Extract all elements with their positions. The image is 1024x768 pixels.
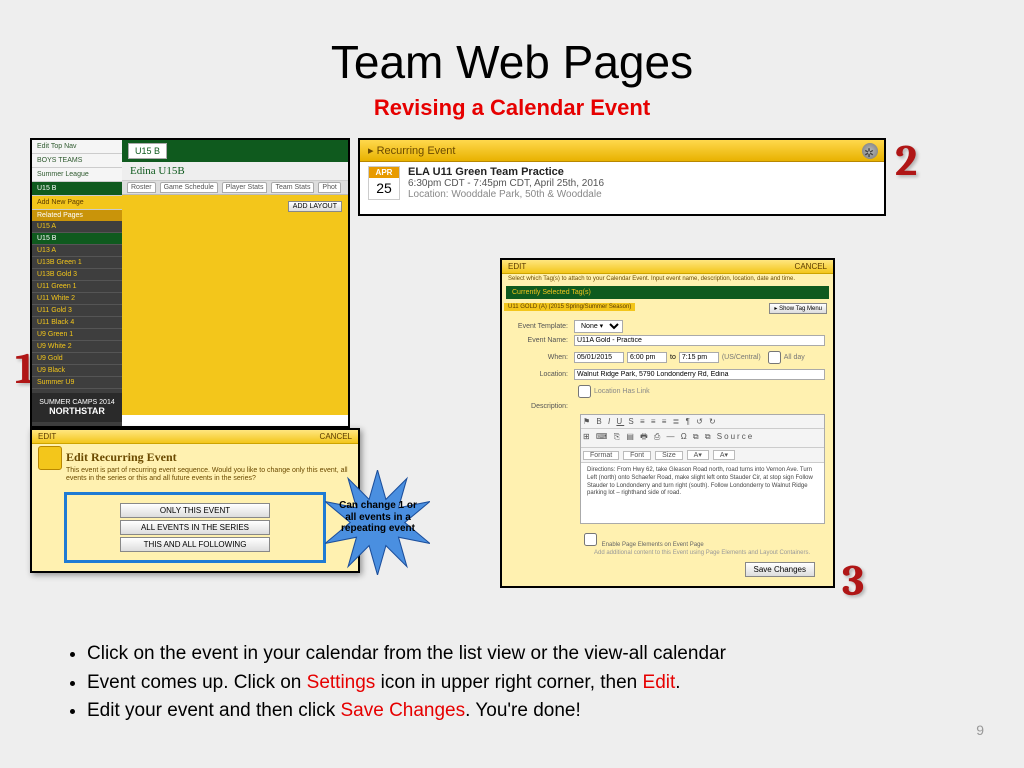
bullet-3: Edit your event and then click Save Chan…	[87, 697, 935, 726]
related-pages-header: Related Pages	[32, 210, 122, 221]
related-item[interactable]: U9 White 2	[32, 341, 122, 353]
screenshot-admin-page: Edit Top Nav BOYS TEAMS Summer League U1…	[30, 138, 350, 428]
screenshot-edit-event-form: EDIT CANCEL Select which Tag(s) to attac…	[500, 258, 835, 588]
tab[interactable]: Game Schedule	[160, 182, 218, 193]
related-item[interactable]: U11 White 2	[32, 293, 122, 305]
step-2-callout: 2	[895, 135, 917, 186]
editor-toolbar-icons[interactable]: ⚑ B I U S ≡ ≡ ≡ ≣ ¶ ↺ ↻	[581, 415, 824, 429]
start-time-input[interactable]	[627, 352, 667, 363]
bg-a[interactable]: A▾	[713, 450, 735, 460]
event-subtitle: 6:30pm CDT - 7:45pm CDT, April 25th, 201…	[408, 178, 604, 189]
enable-elements-label: Enable Page Elements on Event Page	[602, 542, 704, 548]
dialog-cancel-link[interactable]: CANCEL	[320, 432, 352, 441]
dialog-cancel-link[interactable]: CANCEL	[795, 262, 827, 271]
page-number: 9	[976, 722, 984, 738]
end-time-input[interactable]	[679, 352, 719, 363]
screenshot-edit-recurring-dialog: EDIT CANCEL Edit Recurring Event This ev…	[30, 428, 360, 573]
dialog-title: Edit Recurring Event	[32, 444, 358, 467]
allday-checkbox[interactable]	[768, 351, 781, 364]
nav-add-page[interactable]: Add New Page	[32, 196, 122, 210]
event-name-input[interactable]	[574, 335, 825, 346]
page-subtitle: Revising a Calendar Event	[0, 95, 1024, 121]
related-item[interactable]: U9 Green 1	[32, 329, 122, 341]
date-input[interactable]	[574, 352, 624, 363]
screenshot-recurring-bar: ▸ Recurring Event APR 25 ELA U11 Green T…	[358, 138, 886, 216]
rich-text-editor[interactable]: ⚑ B I U S ≡ ≡ ≡ ≣ ¶ ↺ ↻ ⊞ ⌨ ⎘ ▤ 🖶 ⎙ — Ω …	[580, 414, 825, 524]
nav-item[interactable]: BOYS TEAMS	[32, 154, 122, 168]
bullet-2: Event comes up. Click on Settings icon i…	[87, 669, 935, 698]
related-item[interactable]: U13B Gold 3	[32, 269, 122, 281]
related-item[interactable]: U11 Gold 3	[32, 305, 122, 317]
related-item[interactable]: U9 Black	[32, 365, 122, 377]
tab[interactable]: Player Stats	[222, 182, 268, 193]
color-a[interactable]: A▾	[687, 450, 709, 460]
location-link-checkbox[interactable]	[578, 385, 591, 398]
tz-label: (US/Central)	[722, 354, 761, 361]
dialog-edit-label: EDIT	[508, 262, 526, 271]
gear-icon[interactable]	[862, 143, 878, 159]
selected-tags-header: Currently Selected Tag(s)	[506, 286, 829, 299]
only-this-event-button[interactable]: ONLY THIS EVENT	[120, 503, 270, 518]
this-and-following-button[interactable]: THIS AND ALL FOLLOWING	[120, 537, 270, 552]
label-when: When:	[510, 354, 574, 361]
sidebar-ad: SUMMER CAMPS 2014 NORTHSTAR	[32, 393, 122, 422]
related-item[interactable]: U9 Gold	[32, 353, 122, 365]
event-title: ELA U11 Green Team Practice	[408, 166, 604, 178]
tab[interactable]: Roster	[127, 182, 156, 193]
starburst-callout: Can change 1 or all events in a repeatin…	[325, 470, 430, 575]
label-desc: Description:	[510, 403, 574, 410]
size-select[interactable]: Size	[655, 451, 683, 460]
editor-format-row[interactable]: Format Font Size A▾ A▾	[581, 448, 824, 463]
event-day: 25	[369, 178, 399, 198]
bullet-1: Click on the event in your calendar from…	[87, 640, 935, 669]
tag-chip[interactable]: U11 GOLD (A) (2015 Spring/Summer Season)	[504, 303, 635, 311]
related-item[interactable]: Summer U9	[32, 377, 122, 389]
all-events-button[interactable]: ALL EVENTS IN THE SERIES	[120, 520, 270, 535]
page-title: Team Web Pages	[0, 35, 1024, 89]
tab[interactable]: Team Stats	[271, 182, 314, 193]
enable-elements-sub: Add additional content to this Event usi…	[594, 550, 817, 556]
to-label: to	[670, 354, 676, 361]
related-item[interactable]: U15 B	[32, 233, 122, 245]
ad-brand: NORTHSTAR	[34, 406, 120, 416]
ad-top: SUMMER CAMPS 2014	[39, 399, 114, 406]
nav-item[interactable]: Edit Top Nav	[32, 140, 122, 154]
location-link-label: Location Has Link	[594, 388, 650, 395]
related-item[interactable]: U13B Green 1	[32, 257, 122, 269]
form-intro: Select which Tag(s) to attach to your Ca…	[502, 274, 833, 284]
recurring-label: ▸ Recurring Event	[368, 145, 455, 157]
allday-label: All day	[784, 354, 805, 361]
format-select[interactable]: Format	[583, 451, 619, 460]
related-item[interactable]: U13 A	[32, 245, 122, 257]
editor-content[interactable]: Directions: From Hwy 62, take Gleason Ro…	[581, 463, 824, 502]
starburst-text: Can change 1 or all events in a repeatin…	[337, 500, 419, 535]
event-month: APR	[369, 167, 399, 178]
label-template: Event Template:	[510, 323, 574, 330]
font-select[interactable]: Font	[623, 451, 651, 460]
dialog-edit-label: EDIT	[38, 432, 56, 441]
event-location: Location: Wooddale Park, 50th & Wooddale	[408, 189, 604, 200]
team-banner-title: U15 B	[128, 143, 167, 159]
recurring-options-box: ONLY THIS EVENT ALL EVENTS IN THE SERIES…	[64, 492, 326, 563]
editor-toolbar-icons[interactable]: ⊞ ⌨ ⎘ ▤ 🖶 ⎙ — Ω ⧉ ⧉ Source	[581, 429, 824, 448]
show-tag-menu-button[interactable]: ▸ Show Tag Menu	[769, 303, 827, 314]
tab[interactable]: Phot	[318, 182, 340, 193]
team-tabs: Roster Game Schedule Player Stats Team S…	[122, 181, 348, 195]
related-item[interactable]: U11 Black 4	[32, 317, 122, 329]
instruction-bullets: Click on the event in your calendar from…	[65, 640, 935, 726]
label-name: Event Name:	[510, 337, 574, 344]
add-layout-button[interactable]: ADD LAYOUT	[288, 201, 342, 212]
dialog-description: This event is part of recurring event se…	[32, 467, 358, 488]
label-location: Location:	[510, 371, 574, 378]
team-title: Edina U15B	[122, 162, 348, 181]
step-3-callout: 3	[842, 555, 864, 606]
location-input[interactable]	[574, 369, 825, 380]
related-item[interactable]: U11 Green 1	[32, 281, 122, 293]
template-select[interactable]: None ▾	[574, 320, 623, 333]
related-item[interactable]: U15 A	[32, 221, 122, 233]
enable-elements-checkbox[interactable]	[584, 533, 597, 546]
save-changes-button[interactable]: Save Changes	[745, 562, 815, 577]
nav-item[interactable]: Summer League	[32, 168, 122, 182]
nav-item-active[interactable]: U15 B	[32, 182, 122, 196]
